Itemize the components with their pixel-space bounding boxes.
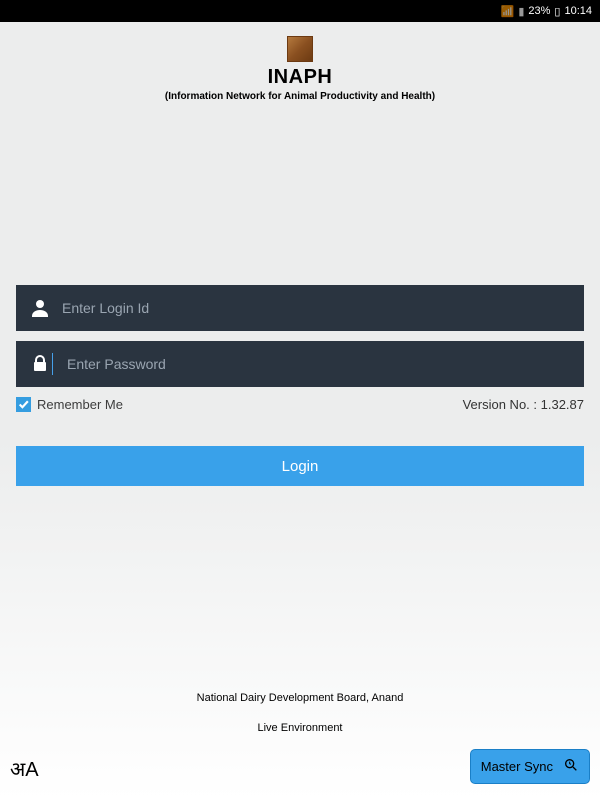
checkbox-checked-icon xyxy=(16,397,31,412)
sync-icon xyxy=(563,757,579,776)
master-sync-label: Master Sync xyxy=(481,759,553,774)
user-icon xyxy=(28,296,52,320)
text-cursor xyxy=(52,353,53,375)
footer-env: Live Environment xyxy=(0,722,600,734)
master-sync-button[interactable]: Master Sync xyxy=(470,749,590,784)
password-input[interactable] xyxy=(57,341,572,387)
status-time: 10:14 xyxy=(564,5,592,17)
remember-me-label: Remember Me xyxy=(37,397,123,412)
footer-text: National Dairy Development Board, Anand … xyxy=(0,692,600,734)
lock-icon xyxy=(28,352,52,376)
signal-icon: ▮ xyxy=(518,5,524,18)
remember-me-toggle[interactable]: Remember Me xyxy=(16,397,123,412)
form-under-row: Remember Me Version No. : 1.32.87 xyxy=(16,397,584,412)
login-button[interactable]: Login xyxy=(16,446,584,486)
language-button[interactable]: अA xyxy=(10,755,39,782)
battery-icon: ▯ xyxy=(554,5,560,18)
login-id-field-wrap xyxy=(16,285,584,331)
language-glyph: अA xyxy=(10,755,39,782)
app-logo-icon xyxy=(287,36,313,62)
app-subtitle: (Information Network for Animal Producti… xyxy=(0,91,600,102)
version-label: Version No. : 1.32.87 xyxy=(463,397,584,412)
battery-percent: 23% xyxy=(528,5,550,17)
password-field-wrap xyxy=(16,341,584,387)
footer-org: National Dairy Development Board, Anand xyxy=(0,692,600,704)
login-form: Remember Me Version No. : 1.32.87 Login xyxy=(16,285,584,486)
app-title: INAPH xyxy=(0,66,600,89)
login-id-input[interactable] xyxy=(52,285,572,331)
app-header: INAPH (Information Network for Animal Pr… xyxy=(0,22,600,102)
wifi-icon: 📶 xyxy=(501,5,515,18)
android-status-bar: 📶 ▮ 23% ▯ 10:14 xyxy=(0,0,600,22)
